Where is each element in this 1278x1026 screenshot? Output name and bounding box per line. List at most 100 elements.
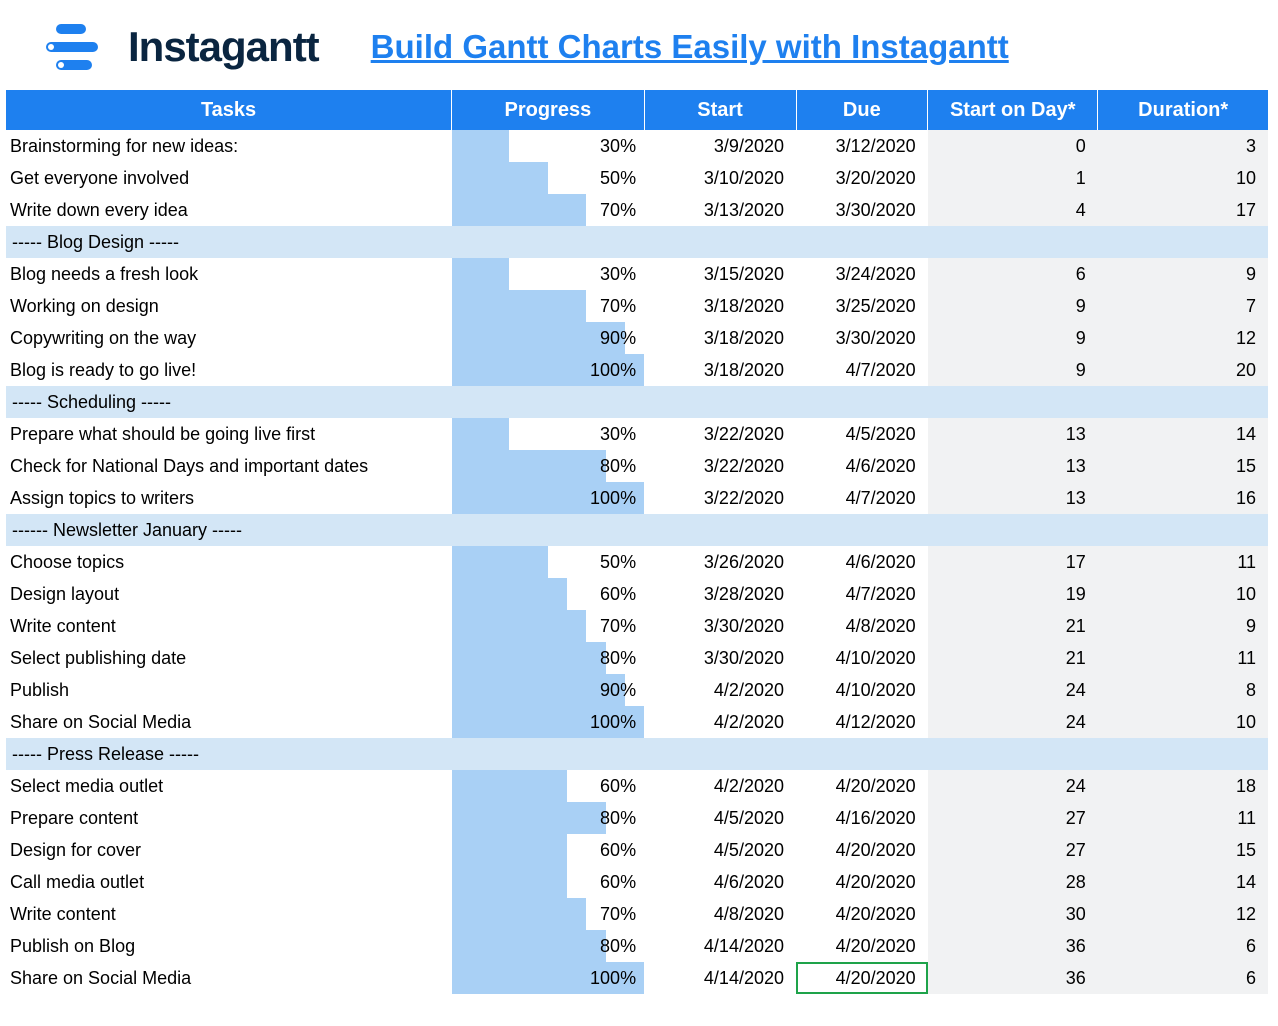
task-name-cell[interactable]: Blog is ready to go live!: [6, 354, 452, 386]
start-date-cell[interactable]: 3/18/2020: [644, 322, 796, 354]
task-name-cell[interactable]: Write content: [6, 610, 452, 642]
empty-cell[interactable]: [1098, 386, 1268, 418]
start-on-day-cell[interactable]: 21: [928, 610, 1098, 642]
empty-cell[interactable]: [452, 738, 644, 770]
empty-cell[interactable]: [644, 226, 796, 258]
empty-cell[interactable]: [644, 386, 796, 418]
start-date-cell[interactable]: 4/2/2020: [644, 674, 796, 706]
start-on-day-cell[interactable]: 27: [928, 834, 1098, 866]
due-date-cell[interactable]: 4/7/2020: [796, 482, 928, 514]
title-link[interactable]: Build Gantt Charts Easily with Instagant…: [371, 28, 1009, 66]
start-on-day-cell[interactable]: 24: [928, 770, 1098, 802]
progress-cell[interactable]: 100%: [452, 962, 644, 994]
start-date-cell[interactable]: 3/28/2020: [644, 578, 796, 610]
col-header-startonday[interactable]: Start on Day*: [928, 90, 1098, 130]
empty-cell[interactable]: [928, 738, 1098, 770]
task-name-cell[interactable]: Choose topics: [6, 546, 452, 578]
due-date-cell[interactable]: 4/7/2020: [796, 578, 928, 610]
task-name-cell[interactable]: Write content: [6, 898, 452, 930]
start-date-cell[interactable]: 3/30/2020: [644, 642, 796, 674]
section-title-cell[interactable]: ----- Scheduling -----: [6, 386, 452, 418]
task-name-cell[interactable]: Design layout: [6, 578, 452, 610]
duration-cell[interactable]: 6: [1098, 962, 1268, 994]
duration-cell[interactable]: 3: [1098, 130, 1268, 162]
due-date-cell[interactable]: 4/6/2020: [796, 546, 928, 578]
task-name-cell[interactable]: Blog needs a fresh look: [6, 258, 452, 290]
start-on-day-cell[interactable]: 13: [928, 482, 1098, 514]
col-header-start[interactable]: Start: [644, 90, 796, 130]
start-date-cell[interactable]: 3/22/2020: [644, 418, 796, 450]
start-on-day-cell[interactable]: 13: [928, 418, 1098, 450]
due-date-cell[interactable]: 4/20/2020: [796, 834, 928, 866]
task-name-cell[interactable]: Select publishing date: [6, 642, 452, 674]
empty-cell[interactable]: [1098, 226, 1268, 258]
empty-cell[interactable]: [796, 226, 928, 258]
due-date-cell[interactable]: 4/10/2020: [796, 642, 928, 674]
duration-cell[interactable]: 15: [1098, 834, 1268, 866]
empty-cell[interactable]: [452, 514, 644, 546]
due-date-cell[interactable]: 4/16/2020: [796, 802, 928, 834]
progress-cell[interactable]: 30%: [452, 418, 644, 450]
empty-cell[interactable]: [796, 738, 928, 770]
col-header-due[interactable]: Due: [796, 90, 928, 130]
start-date-cell[interactable]: 3/18/2020: [644, 290, 796, 322]
due-date-cell[interactable]: 4/6/2020: [796, 450, 928, 482]
start-date-cell[interactable]: 4/14/2020: [644, 962, 796, 994]
duration-cell[interactable]: 18: [1098, 770, 1268, 802]
progress-cell[interactable]: 30%: [452, 258, 644, 290]
progress-cell[interactable]: 50%: [452, 162, 644, 194]
section-title-cell[interactable]: ----- Press Release -----: [6, 738, 452, 770]
duration-cell[interactable]: 9: [1098, 258, 1268, 290]
start-on-day-cell[interactable]: 0: [928, 130, 1098, 162]
start-on-day-cell[interactable]: 36: [928, 962, 1098, 994]
task-name-cell[interactable]: Brainstorming for new ideas:: [6, 130, 452, 162]
duration-cell[interactable]: 11: [1098, 546, 1268, 578]
duration-cell[interactable]: 15: [1098, 450, 1268, 482]
progress-cell[interactable]: 60%: [452, 578, 644, 610]
duration-cell[interactable]: 11: [1098, 642, 1268, 674]
start-date-cell[interactable]: 4/5/2020: [644, 834, 796, 866]
section-title-cell[interactable]: ------ Newsletter January -----: [6, 514, 452, 546]
empty-cell[interactable]: [644, 514, 796, 546]
due-date-cell[interactable]: 4/12/2020: [796, 706, 928, 738]
task-name-cell[interactable]: Prepare content: [6, 802, 452, 834]
task-name-cell[interactable]: Publish on Blog: [6, 930, 452, 962]
progress-cell[interactable]: 100%: [452, 482, 644, 514]
empty-cell[interactable]: [644, 738, 796, 770]
progress-cell[interactable]: 70%: [452, 194, 644, 226]
section-title-cell[interactable]: ----- Blog Design -----: [6, 226, 452, 258]
start-on-day-cell[interactable]: 27: [928, 802, 1098, 834]
task-name-cell[interactable]: Check for National Days and important da…: [6, 450, 452, 482]
start-on-day-cell[interactable]: 9: [928, 290, 1098, 322]
duration-cell[interactable]: 11: [1098, 802, 1268, 834]
start-date-cell[interactable]: 3/10/2020: [644, 162, 796, 194]
due-date-cell[interactable]: 4/20/2020: [796, 898, 928, 930]
due-date-cell[interactable]: 3/12/2020: [796, 130, 928, 162]
progress-cell[interactable]: 80%: [452, 450, 644, 482]
due-date-cell[interactable]: 4/7/2020: [796, 354, 928, 386]
progress-cell[interactable]: 90%: [452, 674, 644, 706]
task-name-cell[interactable]: Call media outlet: [6, 866, 452, 898]
empty-cell[interactable]: [928, 226, 1098, 258]
task-name-cell[interactable]: Get everyone involved: [6, 162, 452, 194]
duration-cell[interactable]: 7: [1098, 290, 1268, 322]
task-name-cell[interactable]: Select media outlet: [6, 770, 452, 802]
start-date-cell[interactable]: 3/22/2020: [644, 482, 796, 514]
progress-cell[interactable]: 80%: [452, 930, 644, 962]
duration-cell[interactable]: 6: [1098, 930, 1268, 962]
due-date-cell[interactable]: 4/8/2020: [796, 610, 928, 642]
start-on-day-cell[interactable]: 21: [928, 642, 1098, 674]
start-on-day-cell[interactable]: 4: [928, 194, 1098, 226]
col-header-duration[interactable]: Duration*: [1098, 90, 1268, 130]
progress-cell[interactable]: 100%: [452, 706, 644, 738]
start-date-cell[interactable]: 4/2/2020: [644, 770, 796, 802]
due-date-cell[interactable]: 3/24/2020: [796, 258, 928, 290]
start-date-cell[interactable]: 4/2/2020: [644, 706, 796, 738]
duration-cell[interactable]: 12: [1098, 322, 1268, 354]
duration-cell[interactable]: 20: [1098, 354, 1268, 386]
empty-cell[interactable]: [452, 386, 644, 418]
task-name-cell[interactable]: Write down every idea: [6, 194, 452, 226]
progress-cell[interactable]: 70%: [452, 290, 644, 322]
start-on-day-cell[interactable]: 30: [928, 898, 1098, 930]
duration-cell[interactable]: 10: [1098, 578, 1268, 610]
